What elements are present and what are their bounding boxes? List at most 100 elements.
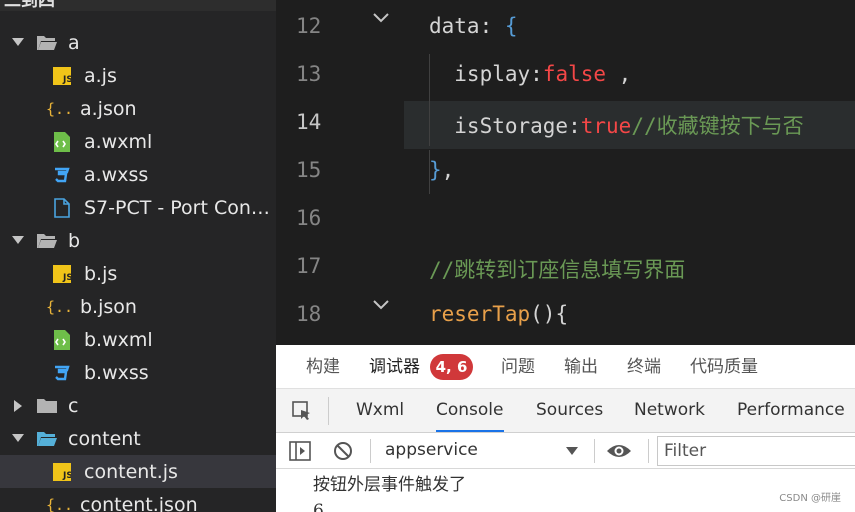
- code-line: isplay:false ,: [429, 62, 631, 86]
- fold-chevron-icon[interactable]: [372, 12, 390, 24]
- code-line: },: [429, 158, 454, 182]
- panel-tabs: 构建 调试器 4, 6 问题 输出 终端 代码质量: [276, 345, 855, 389]
- tree-file[interactable]: S7-PCT - Port Config...: [0, 191, 276, 224]
- tree-file[interactable]: a.wxml: [0, 125, 276, 158]
- dropdown-arrow-icon: [566, 447, 578, 455]
- code-token: :: [479, 14, 505, 38]
- tree-file[interactable]: b.wxss: [0, 356, 276, 389]
- line-number: 14: [296, 110, 322, 134]
- console-message: 6: [313, 501, 324, 512]
- line-number: 16: [296, 206, 322, 230]
- tab-output[interactable]: 输出: [564, 345, 598, 389]
- code-editor[interactable]: 12 data: {13 isplay:false , 14 isStorage:t…: [276, 0, 855, 345]
- folder-icon: [36, 396, 58, 416]
- filter-placeholder: Filter: [664, 441, 707, 461]
- explorer-header: 二到四: [0, 0, 276, 11]
- context-select[interactable]: appservice: [376, 436, 582, 466]
- code-token: isplay: [429, 62, 531, 86]
- tree-folder[interactable]: content: [0, 422, 276, 455]
- tree-item-label: b: [68, 229, 81, 252]
- chevron-down-icon[interactable]: [12, 37, 24, 49]
- tree-folder[interactable]: b: [0, 224, 276, 257]
- chevron-down-icon[interactable]: [12, 235, 24, 247]
- tree-file[interactable]: b.wxml: [0, 323, 276, 356]
- tab-performance[interactable]: Performance: [737, 389, 845, 432]
- chevron-right-icon[interactable]: [12, 399, 24, 412]
- code-token: //跳转到订座信息填写界面: [429, 258, 686, 282]
- clear-console-icon[interactable]: [332, 440, 354, 462]
- wxss-file-icon: [50, 165, 74, 185]
- tab-wxml[interactable]: Wxml: [356, 389, 404, 432]
- sidebar-toggle-icon[interactable]: [288, 440, 312, 462]
- document-file-icon: [50, 197, 74, 218]
- filter-input[interactable]: Filter: [657, 436, 855, 466]
- tab-code-quality[interactable]: 代码质量: [690, 345, 758, 389]
- divider: [328, 397, 329, 425]
- tree-file[interactable]: {..} content.json: [0, 488, 276, 512]
- tab-problems[interactable]: 问题: [501, 345, 535, 389]
- tree-item-label: content.json: [80, 493, 198, 512]
- tree-item-label: a.wxml: [84, 130, 153, 153]
- watermark: CSDN @研崖: [779, 493, 841, 504]
- tree-item-label: S7-PCT - Port Config...: [84, 196, 276, 219]
- tab-debugger[interactable]: 调试器: [369, 345, 420, 389]
- line-number: 18: [296, 302, 322, 326]
- error-count-badge: 4, 6: [430, 354, 473, 380]
- svg-text:JS: JS: [62, 471, 71, 481]
- tab-terminal[interactable]: 终端: [627, 345, 661, 389]
- tab-sources[interactable]: Sources: [536, 389, 603, 432]
- code-token: ,: [441, 158, 455, 182]
- chevron-down-icon[interactable]: [12, 433, 24, 445]
- code-token: :: [530, 62, 543, 86]
- js-file-icon: JS: [50, 462, 74, 482]
- console-toolbar: appservice Filter: [276, 433, 855, 469]
- tree-file[interactable]: a.wxss: [0, 158, 276, 191]
- tree-folder[interactable]: c: [0, 389, 276, 422]
- folder-open-icon: [36, 429, 58, 449]
- code-token: {: [504, 14, 518, 38]
- tab-network[interactable]: Network: [634, 389, 705, 432]
- line-number: 13: [296, 62, 322, 86]
- code-line: reserTap(){: [429, 302, 568, 326]
- code-line: isStorage:true//收藏键按下与否: [429, 110, 803, 140]
- code-token: data: [429, 14, 480, 38]
- code-token: reserTap: [429, 302, 531, 326]
- folder-open-icon: [36, 33, 58, 53]
- ide-window: 二到四 a JS a.js {..} a.json a.wxml a.wxss S7-PCT …: [0, 0, 855, 512]
- tree-item-label: a.json: [80, 97, 137, 120]
- code-token: ,: [606, 62, 632, 86]
- fold-chevron-icon[interactable]: [372, 299, 390, 311]
- context-select-value: appservice: [385, 440, 478, 460]
- tree-file[interactable]: JS b.js: [0, 257, 276, 290]
- code-token: }: [429, 158, 442, 182]
- svg-text:JS: JS: [62, 273, 71, 283]
- svg-text:{..}: {..}: [46, 496, 70, 512]
- tree-item-label: content.js: [84, 460, 178, 483]
- tree-file[interactable]: JS content.js: [0, 455, 276, 488]
- tree-item-label: b.wxml: [84, 328, 153, 351]
- line-number: 15: [296, 158, 322, 182]
- tree-file[interactable]: {..} a.json: [0, 92, 276, 125]
- tree-file[interactable]: JS a.js: [0, 59, 276, 92]
- code-token: true: [580, 114, 632, 138]
- line-number: 17: [296, 254, 322, 278]
- wxml-file-icon: [50, 131, 74, 152]
- tree-item-label: content: [68, 427, 141, 450]
- tree-file[interactable]: {..} b.json: [0, 290, 276, 323]
- tree-folder[interactable]: a: [0, 26, 276, 59]
- divider: [648, 439, 649, 463]
- svg-text:JS: JS: [62, 75, 71, 85]
- tab-build[interactable]: 构建: [306, 345, 340, 389]
- tree-item-label: b.js: [84, 262, 118, 285]
- code-token: false: [542, 62, 607, 86]
- eye-icon[interactable]: [605, 441, 633, 461]
- js-file-icon: JS: [50, 66, 74, 86]
- tree-item-label: a.js: [84, 64, 117, 87]
- wxml-file-icon: [50, 329, 74, 350]
- tab-console[interactable]: Console: [436, 389, 504, 432]
- tree-item-label: c: [68, 394, 79, 417]
- code-token: (){: [530, 302, 569, 326]
- inspect-element-icon[interactable]: [291, 400, 313, 422]
- console-message: 按钮外层事件触发了: [313, 475, 466, 495]
- line-number: 12: [296, 14, 322, 38]
